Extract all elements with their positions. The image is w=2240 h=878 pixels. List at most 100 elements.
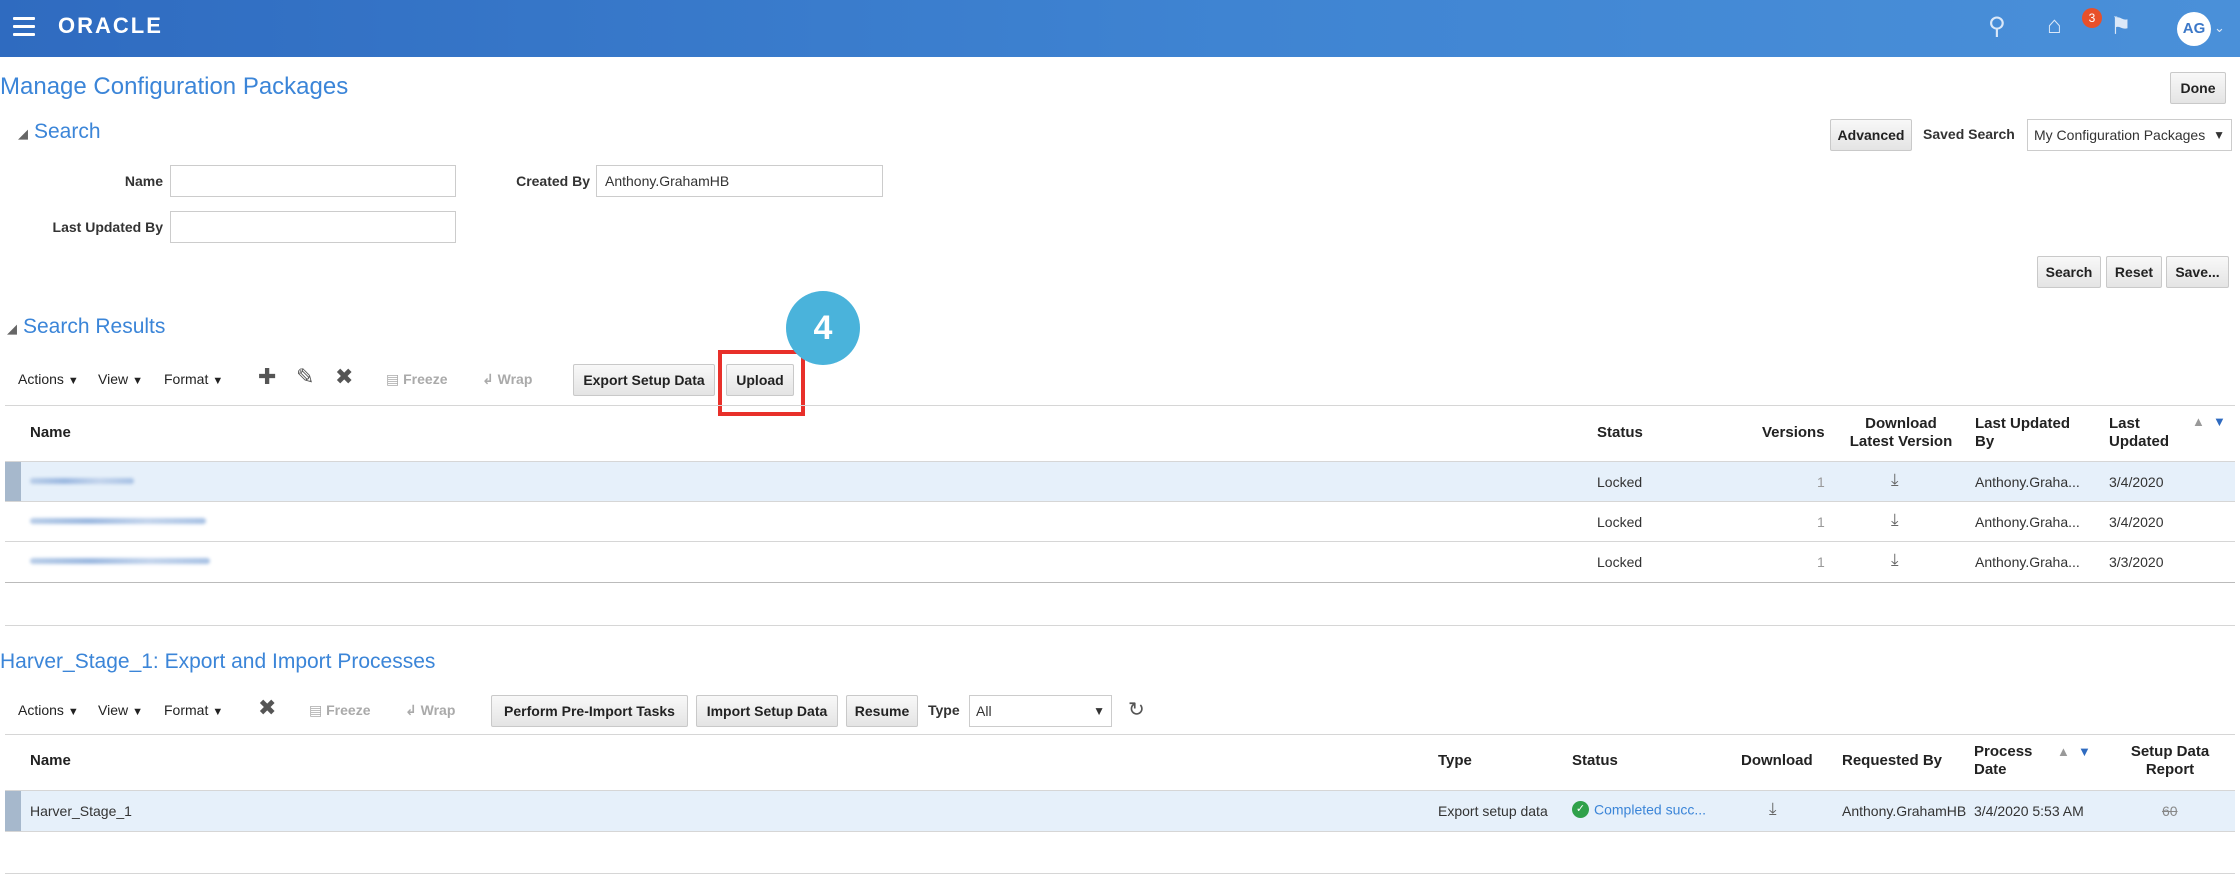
- divider: [5, 831, 2235, 832]
- download-icon[interactable]: ⤓: [1891, 550, 1899, 570]
- row-selection-marker: [5, 791, 21, 831]
- caret-down-icon: ▼: [67, 375, 79, 387]
- notifications-icon[interactable]: ⚑: [2110, 12, 2132, 41]
- col-report-line1: Setup Data: [2130, 743, 2210, 760]
- actions-label: Actions: [18, 371, 64, 387]
- updated-cell: 3/4/2020: [2109, 514, 2164, 530]
- type-filter-select[interactable]: All ▼: [969, 695, 1112, 727]
- versions-cell: 1: [1817, 514, 1825, 530]
- saved-search-select[interactable]: My Configuration Packages ▼: [2027, 119, 2232, 151]
- menu-icon[interactable]: [13, 17, 35, 37]
- actions-menu[interactable]: Actions ▼: [18, 702, 79, 718]
- download-icon[interactable]: ⤓: [1891, 470, 1899, 490]
- col-name[interactable]: Name: [30, 424, 71, 442]
- col-process-date[interactable]: Process Date: [1974, 743, 2032, 779]
- name-field[interactable]: [170, 165, 456, 197]
- export-setup-data-button[interactable]: Export Setup Data: [573, 364, 715, 396]
- done-button[interactable]: Done: [2170, 72, 2226, 104]
- wrap-label: Wrap: [497, 371, 533, 387]
- edit-icon[interactable]: ✎: [296, 364, 314, 390]
- sort-descending-icon[interactable]: ▼: [2213, 414, 2226, 429]
- import-setup-data-button[interactable]: Import Setup Data: [696, 695, 838, 727]
- add-icon[interactable]: ✚: [258, 364, 276, 390]
- view-menu[interactable]: View ▼: [98, 371, 143, 387]
- search-section-title: Search: [34, 120, 101, 143]
- chevron-down-icon[interactable]: ⌄: [2214, 20, 2225, 36]
- divider: [5, 582, 2235, 583]
- process-name-cell: Harver_Stage_1: [30, 803, 132, 819]
- perform-pre-import-tasks-button[interactable]: Perform Pre-Import Tasks: [491, 695, 688, 727]
- col-last-updated-by-line1: Last Updated: [1975, 415, 2071, 432]
- caret-down-icon: ▼: [67, 706, 79, 718]
- search-button[interactable]: Search: [2037, 256, 2101, 288]
- process-date-cell: 3/4/2020 5:53 AM: [1974, 803, 2084, 819]
- status-cell: Locked: [1597, 474, 1643, 490]
- package-name-link[interactable]: [30, 518, 206, 524]
- caret-down-icon: ▼: [212, 375, 224, 387]
- process-status-cell[interactable]: ✓ Completed succ...: [1572, 800, 1706, 818]
- versions-cell: 1: [1817, 474, 1825, 490]
- col-name[interactable]: Name: [30, 752, 71, 770]
- col-last-updated-by[interactable]: Last Updated By: [1975, 415, 2070, 451]
- sort-descending-icon[interactable]: ▼: [2078, 744, 2091, 759]
- created-by-field[interactable]: Anthony.GrahamHB: [596, 165, 883, 197]
- delete-icon[interactable]: ✖: [258, 695, 276, 721]
- search-section-header[interactable]: ◢ Search: [18, 120, 101, 144]
- highlight-box: [718, 350, 805, 416]
- user-avatar[interactable]: AG: [2177, 12, 2211, 46]
- notification-badge: 3: [2082, 8, 2102, 28]
- reset-button[interactable]: Reset: [2106, 256, 2162, 288]
- view-menu[interactable]: View ▼: [98, 702, 143, 718]
- col-download[interactable]: Download: [1741, 752, 1813, 770]
- format-menu[interactable]: Format ▼: [164, 371, 223, 387]
- delete-icon[interactable]: ✖: [335, 364, 353, 390]
- caret-down-icon: ▼: [132, 706, 143, 718]
- col-status[interactable]: Status: [1597, 424, 1643, 442]
- col-process-date-line2: Date: [1974, 761, 2007, 778]
- versions-cell: 1: [1817, 554, 1825, 570]
- col-download-latest[interactable]: Download Latest Version: [1846, 415, 1956, 451]
- view-label: View: [98, 371, 129, 387]
- sort-ascending-icon[interactable]: ▲: [2057, 744, 2070, 759]
- freeze-button: ▤ Freeze: [309, 702, 371, 718]
- global-header: ORACLE ⚲ ⌂ ⚑ 3 AG ⌄: [0, 0, 2240, 57]
- requested-by-cell: Anthony.GrahamHB: [1842, 803, 1967, 819]
- sort-ascending-icon[interactable]: ▲: [2192, 414, 2205, 429]
- search-icon[interactable]: ⚲: [1988, 12, 2006, 41]
- col-status[interactable]: Status: [1572, 752, 1618, 770]
- view-label: View: [98, 702, 129, 718]
- last-updated-by-label: Last Updated By: [52, 219, 163, 235]
- saved-search-value: My Configuration Packages: [2034, 127, 2206, 143]
- freeze-label: Freeze: [403, 371, 448, 387]
- col-last-updated[interactable]: Last Updated: [2109, 415, 2169, 451]
- col-requested-by[interactable]: Requested By: [1842, 752, 1942, 770]
- last-updated-by-field[interactable]: [170, 211, 456, 243]
- process-status-link[interactable]: Completed succ...: [1594, 801, 1706, 817]
- package-name-link[interactable]: [30, 478, 134, 484]
- updated-cell: 3/3/2020: [2109, 554, 2164, 570]
- format-label: Format: [164, 702, 209, 718]
- resume-button[interactable]: Resume: [846, 695, 918, 727]
- format-menu[interactable]: Format ▼: [164, 702, 223, 718]
- col-versions[interactable]: Versions: [1762, 424, 1825, 442]
- search-results-header[interactable]: ◢ Search Results: [7, 315, 165, 339]
- divider: [5, 541, 2235, 542]
- type-filter-label: Type: [928, 702, 960, 718]
- collapse-triangle-icon[interactable]: ◢: [7, 321, 17, 336]
- processes-title: Harver_Stage_1: Export and Import Proces…: [0, 650, 436, 673]
- col-type[interactable]: Type: [1438, 752, 1472, 770]
- home-icon[interactable]: ⌂: [2047, 12, 2062, 40]
- refresh-icon[interactable]: ↻: [1128, 697, 1145, 722]
- actions-menu[interactable]: Actions ▼: [18, 371, 79, 387]
- setup-data-report-icon[interactable]: 60: [2162, 803, 2178, 819]
- download-icon[interactable]: ⤓: [1891, 510, 1899, 530]
- save-search-button[interactable]: Save...: [2166, 256, 2229, 288]
- package-name-link[interactable]: [30, 558, 210, 564]
- wrap-button: ↲ Wrap: [482, 371, 533, 387]
- divider: [5, 625, 2235, 626]
- download-icon[interactable]: ⤓: [1769, 799, 1777, 819]
- table-row[interactable]: [5, 462, 2235, 501]
- advanced-button[interactable]: Advanced: [1830, 119, 1912, 151]
- col-setup-data-report[interactable]: Setup Data Report: [2120, 743, 2220, 779]
- collapse-triangle-icon[interactable]: ◢: [18, 126, 28, 141]
